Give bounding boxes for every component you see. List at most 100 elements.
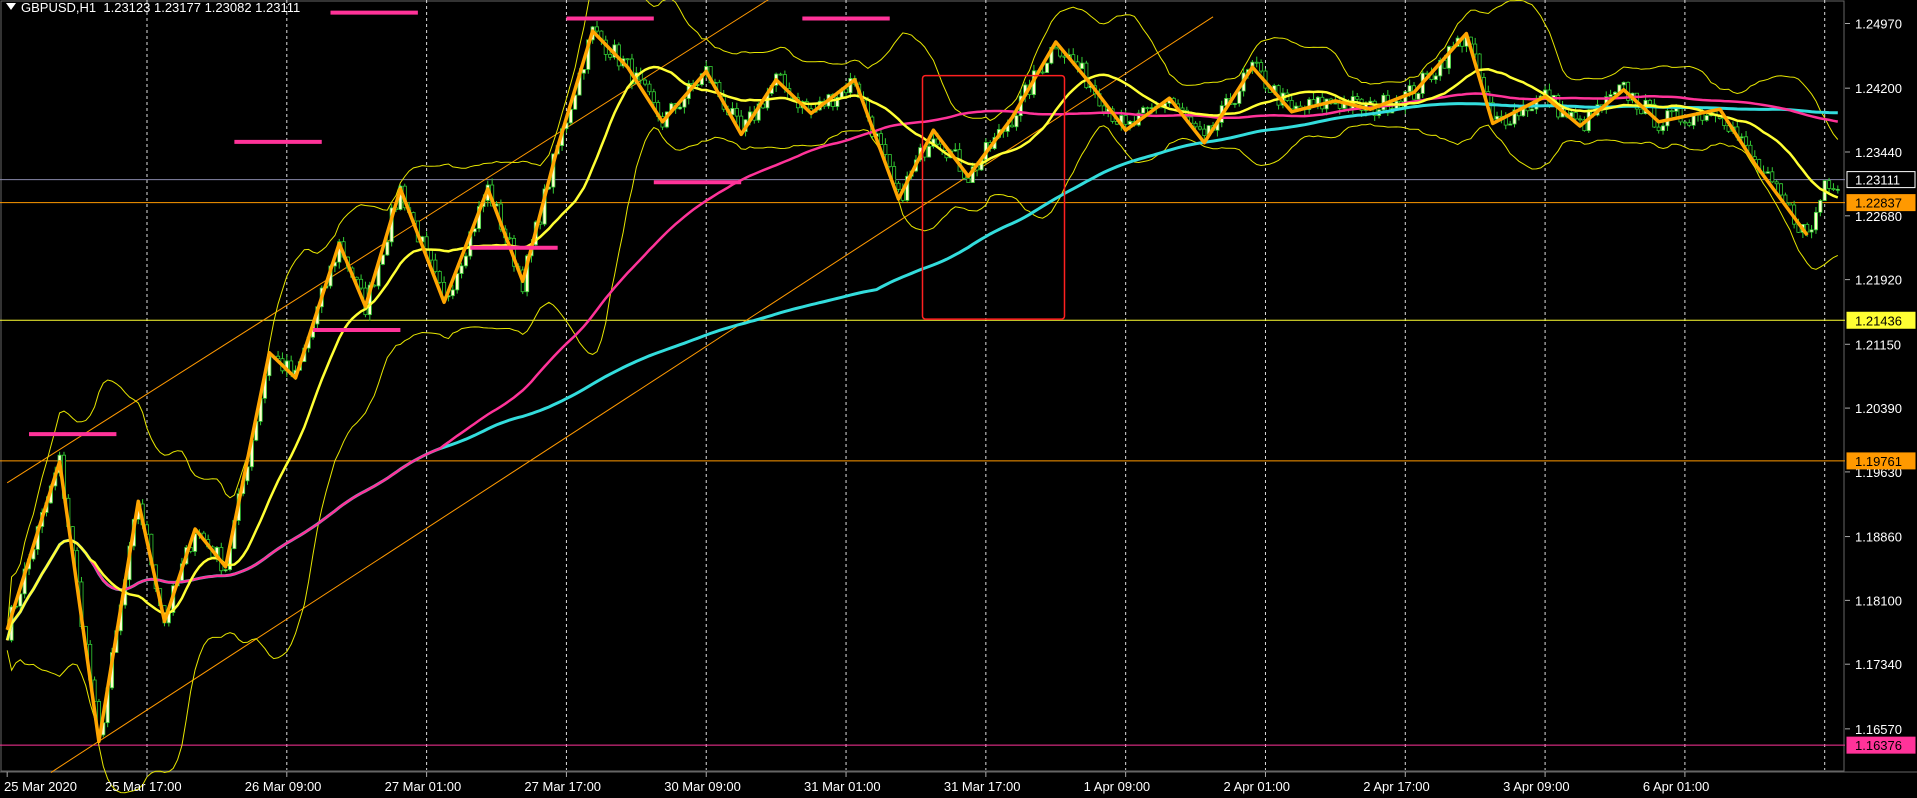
y-tick-label: 1.23440 [1855,145,1902,160]
candle-body [1407,85,1412,93]
candle-body [1237,90,1242,104]
x-tick-label: 31 Mar 01:00 [804,779,881,794]
candle-body [1232,103,1237,105]
price-tag-label: 1.19761 [1855,454,1902,469]
candle-body [927,146,932,158]
candle-body [1831,188,1836,191]
x-tick-label: 27 Mar 01:00 [385,779,462,794]
candle-body [1010,124,1015,128]
candle-body [1045,62,1050,73]
candle-body [651,91,656,103]
candle-body [883,144,888,155]
candle-body [896,182,901,190]
candle-body [433,259,438,272]
zigzag-line [5,29,1809,744]
y-tick-label: 1.17340 [1855,657,1902,672]
candle-body [1123,115,1128,125]
candle-body [643,79,648,85]
candle-body [1433,75,1438,80]
price-tag-label: 1.22837 [1855,196,1902,211]
y-tick-label: 1.18860 [1855,530,1902,545]
trendline [50,16,1214,773]
candles-group [9,21,1840,738]
candle-body [1578,118,1583,121]
candle-body [459,265,464,274]
candle-body [1608,94,1613,98]
x-tick-label: 31 Mar 17:00 [944,779,1021,794]
candle-body [1014,115,1019,128]
candle-body [1141,107,1146,114]
candle-body [1079,62,1084,70]
chart-root: 1.24970 1.24200 1.23440 1.22680 1.21920 1.211… [0,0,1917,798]
x-tick-label: 25 Mar 2020 [4,779,77,794]
candle-body [1765,171,1770,174]
y-tick-label: 1.24200 [1855,81,1902,96]
candle-body [359,278,364,289]
price-chart[interactable]: 1.249701.242001.234401.226801.219201.211… [0,0,1917,798]
candle-body [1639,108,1644,115]
y-tick-label: 1.16570 [1855,722,1902,737]
candle-body [1311,99,1316,106]
candle-body [1145,107,1150,110]
candle-body [966,177,971,183]
candle-body [1682,121,1687,124]
candle-body [1691,114,1696,126]
candle-body [647,83,652,93]
candle-body [1656,126,1661,132]
candle-body [1818,200,1823,213]
candle-body [1289,100,1294,110]
dropdown-triangle-icon[interactable] [6,3,16,10]
y-tick-label: 1.21920 [1855,273,1902,288]
candle-body [1770,171,1775,183]
candle-body [887,154,892,167]
candle-body [1202,128,1207,136]
candle-body [1674,108,1679,112]
candle-body [1704,115,1709,121]
x-tick-label: 30 Mar 09:00 [664,779,741,794]
candle-body [1529,108,1534,112]
price-tag-label: 1.23111 [1855,173,1900,188]
candle-body [1669,110,1674,113]
candle-body [678,106,683,110]
candle-body [734,108,739,117]
candle-body [608,54,613,58]
x-tick-label: 6 Apr 01:00 [1643,779,1710,794]
candle-body [1180,107,1185,111]
candle-body [424,236,429,250]
candle-body [1473,43,1478,55]
y-tick-label: 1.24970 [1855,17,1902,32]
candle-body [1101,105,1106,113]
y-tick-label: 1.20390 [1855,401,1902,416]
candle-body [1333,102,1338,105]
candle-body [1774,181,1779,185]
candle-body [1744,136,1749,146]
candle-body [463,255,468,267]
x-tick-label: 2 Apr 01:00 [1223,779,1290,794]
candle-body [1294,105,1299,110]
candle-body [1647,99,1652,105]
candle-body [1416,93,1421,100]
candle-body [1193,122,1198,128]
candle-body [1197,126,1202,130]
x-tick-label: 1 Apr 09:00 [1084,779,1151,794]
candle-body [450,289,455,297]
candle-body [1259,62,1264,72]
candle-body [223,569,228,572]
x-tick-label: 3 Apr 09:00 [1503,779,1570,794]
candle-body [1779,183,1784,196]
candle-body [953,149,958,152]
candle-body [1508,123,1513,126]
candle-body [1573,112,1578,120]
candle-body [1835,188,1840,191]
candle-body [1739,136,1744,139]
y-tick-label: 1.21150 [1855,337,1901,352]
ohlc-readout: 1.23123 1.23177 1.23082 1.23111 [103,0,301,15]
candle-body [1813,211,1818,231]
price-tag-label: 1.21436 [1855,313,1902,328]
candle-body [1809,229,1814,233]
candle-body [1678,108,1683,123]
y-tick-label: 1.18100 [1855,593,1902,608]
candle-body [778,73,783,76]
candle-body [878,133,883,145]
chart-header: GBPUSD,H1 1.23123 1.23177 1.23082 1.2311… [6,0,300,15]
